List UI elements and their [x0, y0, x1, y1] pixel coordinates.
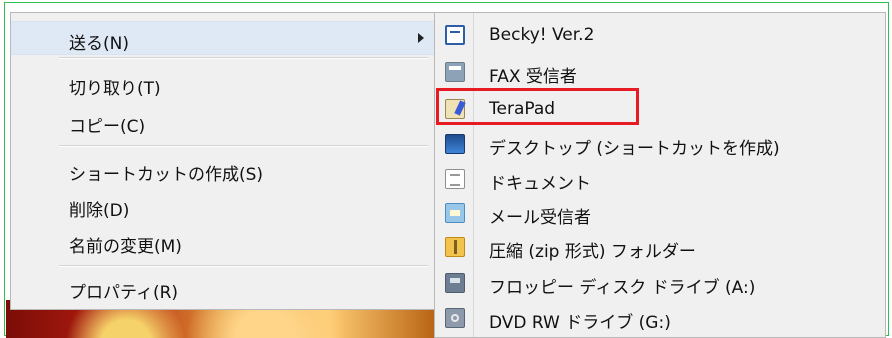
mail-icon [445, 203, 465, 223]
fax-icon [445, 62, 465, 82]
submenu-item-documents[interactable]: ドキュメント [435, 161, 885, 197]
menu-item-label: 削除(D) [69, 201, 130, 221]
chevron-right-icon [418, 33, 424, 43]
submenu-item-fax[interactable]: FAX 受信者 [435, 54, 885, 90]
menu-item-delete[interactable]: 削除(D) [11, 189, 434, 221]
becky-icon [445, 25, 465, 45]
send-to-submenu: Becky! Ver.2 FAX 受信者 TeraPad デスクトップ (ショー… [434, 12, 886, 338]
submenu-item-dvd[interactable]: DVD RW ドライブ (G:) [435, 300, 885, 336]
document-icon [445, 169, 465, 189]
menu-item-label: プロパティ(R) [69, 283, 179, 303]
menu-item-create-shortcut[interactable]: ショートカットの作成(S) [11, 153, 434, 185]
submenu-item-label: DVD RW ドライブ (G:) [489, 313, 671, 333]
menu-item-properties[interactable]: プロパティ(R) [11, 271, 434, 303]
zip-folder-icon [445, 237, 465, 257]
submenu-item-label: FAX 受信者 [489, 67, 577, 87]
submenu-item-label: メール受信者 [489, 208, 591, 228]
submenu-item-becky[interactable]: Becky! Ver.2 [435, 17, 885, 53]
submenu-item-mail[interactable]: メール受信者 [435, 195, 885, 231]
submenu-item-label: デスクトップ (ショートカットを作成) [489, 139, 780, 159]
dvd-drive-icon [445, 308, 465, 328]
floppy-drive-icon [445, 273, 465, 293]
submenu-item-label: フロッピー ディスク ドライブ (A:) [489, 278, 756, 298]
context-menu: 送る(N) 切り取り(T) コピー(C) ショートカットの作成(S) 削除(D)… [10, 12, 435, 310]
menu-item-label: コピー(C) [69, 117, 146, 137]
menu-item-copy[interactable]: コピー(C) [11, 105, 434, 137]
submenu-item-floppy[interactable]: フロッピー ディスク ドライブ (A:) [435, 265, 885, 301]
menu-item-send-to[interactable]: 送る(N) [11, 21, 434, 55]
menu-item-label: ショートカットの作成(S) [69, 165, 264, 185]
submenu-item-desktop[interactable]: デスクトップ (ショートカットを作成) [435, 126, 885, 162]
menu-separator [59, 57, 428, 59]
menu-separator [59, 145, 428, 147]
submenu-item-zip-folder[interactable]: 圧縮 (zip 形式) フォルダー [435, 229, 885, 265]
menu-item-label: 送る(N) [69, 34, 129, 54]
menu-separator [59, 265, 428, 267]
menu-item-cut[interactable]: 切り取り(T) [11, 67, 434, 99]
terapad-highlight-box [436, 88, 639, 125]
menu-item-label: 切り取り(T) [69, 79, 161, 99]
desktop-icon [445, 134, 465, 154]
menu-item-rename[interactable]: 名前の変更(M) [11, 225, 434, 257]
menu-item-label: 名前の変更(M) [69, 237, 182, 257]
submenu-item-label: Becky! Ver.2 [489, 25, 595, 45]
submenu-item-label: ドキュメント [489, 174, 591, 194]
submenu-item-label: 圧縮 (zip 形式) フォルダー [489, 242, 696, 262]
